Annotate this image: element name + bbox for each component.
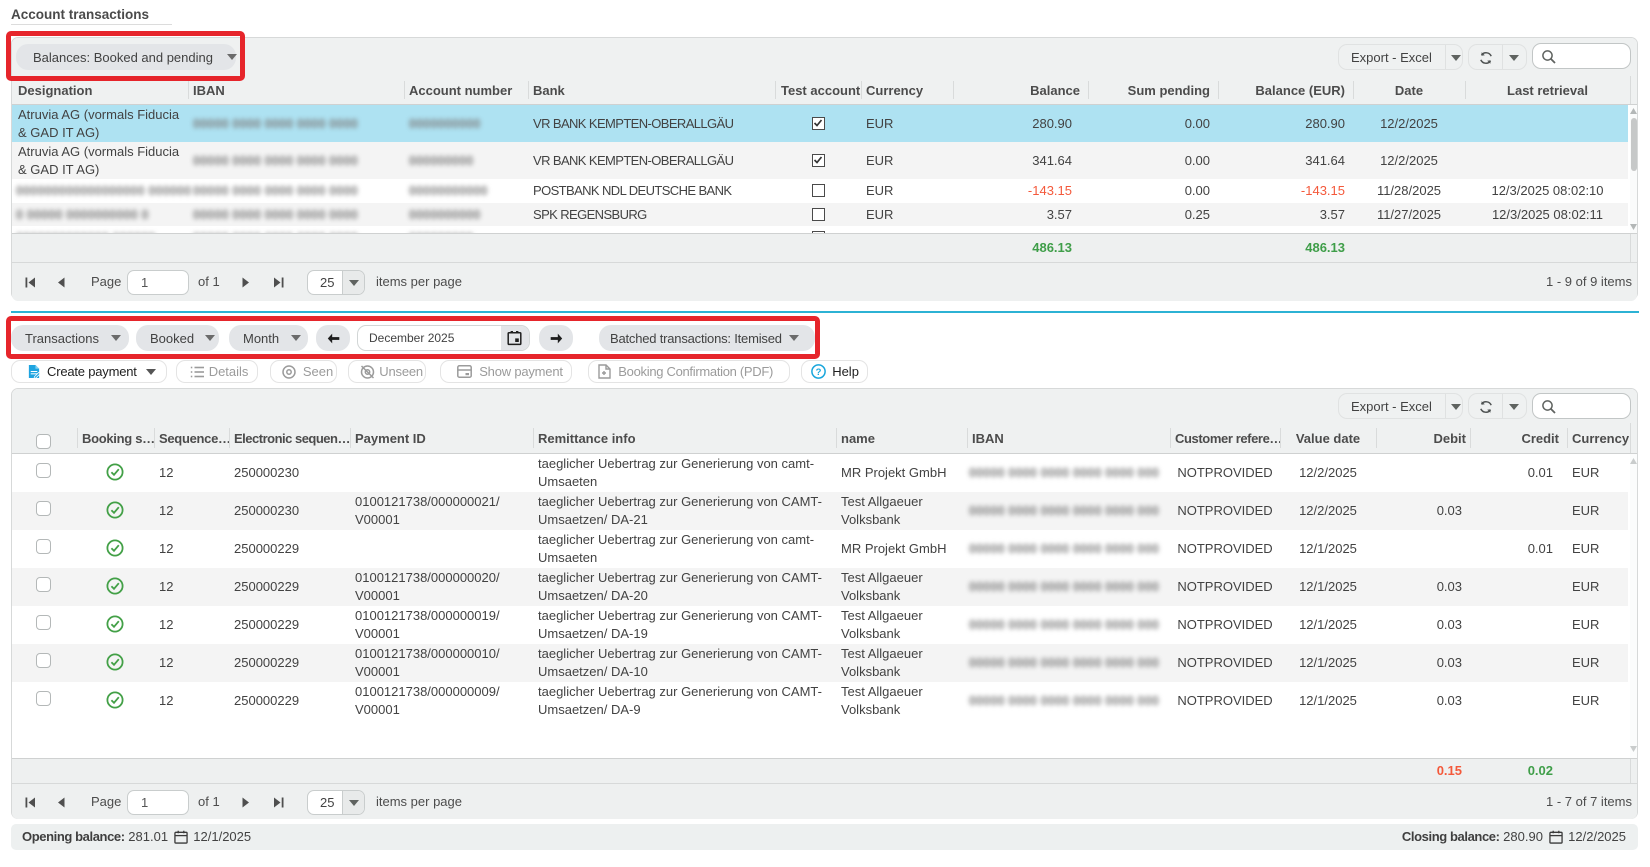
svg-text:?: ? — [816, 367, 822, 378]
